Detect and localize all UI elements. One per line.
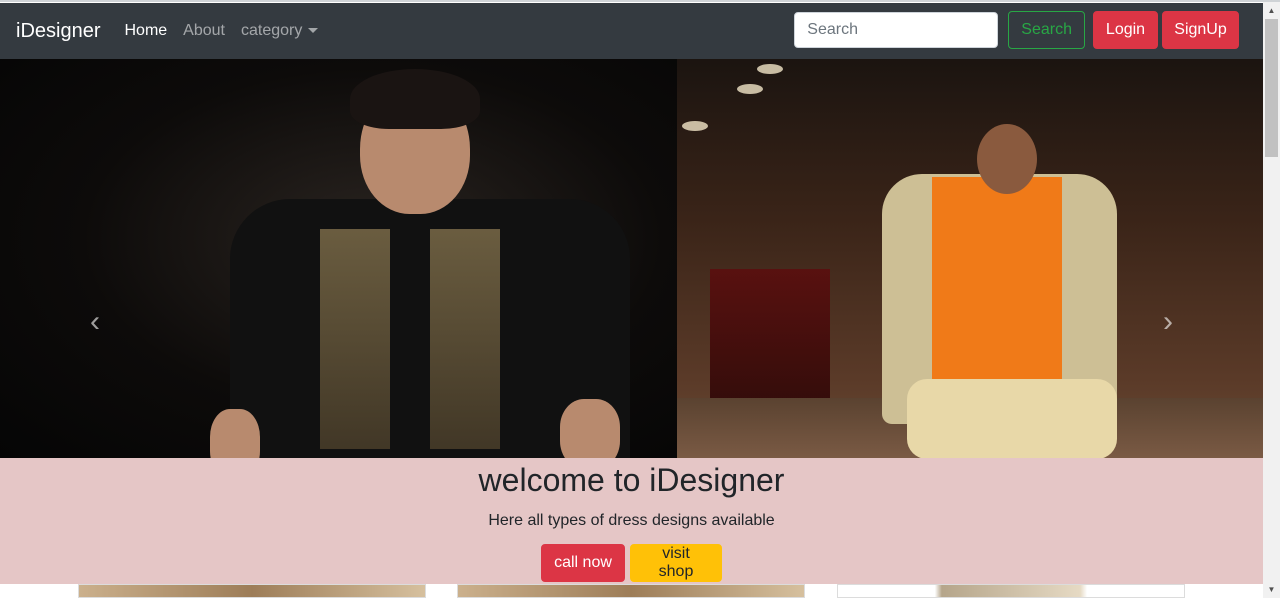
scroll-down-icon[interactable]: ▼	[1263, 581, 1280, 598]
search-input[interactable]	[794, 12, 999, 48]
navbar-right-group: Search Login SignUp	[794, 11, 1239, 49]
product-image	[458, 585, 804, 597]
chevron-left-icon[interactable]: ‹	[85, 307, 105, 337]
backdrop-window	[710, 269, 830, 419]
carousel-image-left	[0, 59, 677, 458]
model-dhoti	[907, 379, 1117, 458]
product-card[interactable]	[457, 584, 805, 598]
nav-dropdown-label: category	[240, 22, 303, 39]
model-hair	[350, 69, 480, 129]
vertical-scrollbar[interactable]: ▲ ▼	[1263, 2, 1280, 598]
nav-link-home[interactable]: Home	[124, 22, 167, 40]
hero-subtitle: Here all types of dress designs availabl…	[488, 512, 775, 529]
hero-section: welcome to iDesigner Here all types of d…	[0, 458, 1263, 584]
navbar: iDesigner Home About category Search Log…	[0, 3, 1263, 59]
embroidery-left	[320, 229, 390, 449]
scroll-thumb[interactable]	[1265, 19, 1278, 157]
visit-shop-button[interactable]: visit shop	[630, 544, 722, 582]
signup-button[interactable]: SignUp	[1162, 11, 1239, 49]
scroll-up-icon[interactable]: ▲	[1263, 2, 1280, 19]
product-card[interactable]	[837, 584, 1185, 598]
model-kurta	[932, 177, 1062, 397]
nav-dropdown-category[interactable]: category	[240, 22, 319, 40]
model-face	[977, 124, 1037, 194]
image-carousel: ‹ ›	[0, 59, 1263, 458]
stage-light	[737, 84, 763, 94]
embroidery-right	[430, 229, 500, 449]
hero-title: welcome to iDesigner	[478, 462, 785, 498]
model-hand-left	[210, 409, 260, 458]
caret-down-icon	[308, 28, 319, 34]
call-now-button[interactable]: call now	[541, 544, 625, 582]
window-top-border	[0, 0, 1280, 2]
model-hand-right	[560, 399, 620, 458]
stage-light	[757, 64, 783, 74]
product-image	[79, 585, 425, 597]
hero-buttons: call now visit shop	[541, 544, 722, 582]
brand-logo[interactable]: iDesigner	[16, 20, 100, 43]
product-image	[838, 585, 1184, 597]
search-button[interactable]: Search	[1008, 11, 1085, 49]
carousel-image-right	[677, 59, 1263, 458]
chevron-right-icon[interactable]: ›	[1158, 307, 1178, 337]
nav-link-about[interactable]: About	[183, 22, 225, 40]
login-button[interactable]: Login	[1093, 11, 1158, 49]
stage-light	[682, 121, 708, 131]
product-card[interactable]	[78, 584, 426, 598]
